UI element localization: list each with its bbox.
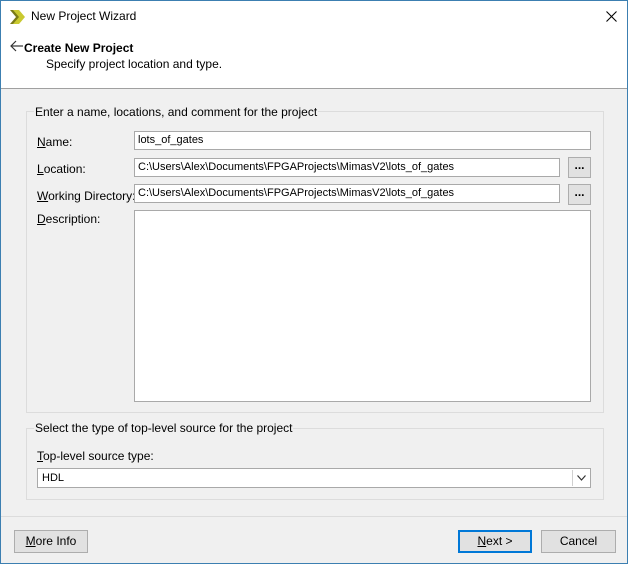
working-directory-browse-button[interactable]: ... [568, 184, 591, 205]
more-info-button[interactable]: More Info [14, 530, 88, 553]
wizard-window: New Project Wizard Create New Project Sp… [0, 0, 628, 564]
description-label: Description: [37, 212, 101, 226]
working-directory-label: Working Directory: [37, 189, 136, 203]
page-title: Create New Project [24, 41, 134, 55]
location-label: Location: [37, 162, 86, 176]
dropdown-arrow[interactable] [572, 470, 589, 486]
chevron-down-icon [576, 475, 586, 481]
title-bar: New Project Wizard [1, 1, 627, 32]
next-button[interactable]: Next > [458, 530, 532, 553]
working-directory-input[interactable]: C:\Users\Alex\Documents\FPGAProjects\Mim… [134, 184, 560, 203]
location-input[interactable]: C:\Users\Alex\Documents\FPGAProjects\Mim… [134, 158, 560, 177]
project-group-title: Enter a name, locations, and comment for… [34, 105, 319, 119]
source-group-title: Select the type of top-level source for … [34, 421, 294, 435]
close-button[interactable] [598, 4, 624, 28]
source-type-group [26, 428, 604, 500]
footer-divider [1, 516, 627, 517]
xilinx-logo-icon [10, 10, 25, 24]
page-subtitle: Specify project location and type. [46, 57, 223, 71]
wizard-header: Create New Project Specify project locat… [1, 32, 627, 89]
name-input[interactable]: lots_of_gates [134, 131, 591, 150]
location-browse-button[interactable]: ... [568, 157, 591, 178]
top-level-source-type-label: Top-level source type: [37, 449, 154, 463]
close-icon [605, 10, 617, 22]
name-label: Name: [37, 135, 73, 149]
top-level-source-type-select[interactable]: HDL [37, 468, 591, 488]
back-arrow-icon[interactable] [10, 40, 24, 52]
selected-source-type: HDL [42, 472, 65, 484]
window-title: New Project Wizard [31, 9, 137, 23]
description-textarea[interactable] [134, 210, 591, 402]
cancel-button[interactable]: Cancel [541, 530, 616, 553]
